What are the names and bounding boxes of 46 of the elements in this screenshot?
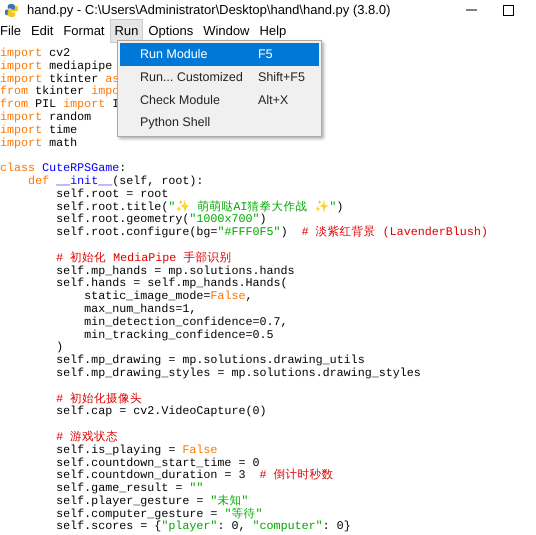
code-line: self.computer_gesture = "等待" — [55, 508, 262, 520]
code-line: # 初始化摄像头 — [55, 392, 142, 406]
window-title: hand.py - C:\Users\Administrator\Desktop\hand\hand.py (3.8.0) — [27, 1, 390, 20]
code-line: self.is_playing = False — [55, 444, 218, 456]
code-line: self.hands = self.mp_hands.Hands( — [55, 277, 288, 290]
code-line: self.mp_drawing = mp.solutions.drawing_utils — [55, 354, 365, 367]
code-line: ) — [55, 341, 64, 354]
code-line: min_detection_confidence=0.7, — [83, 316, 288, 329]
menu-item[interactable]: Help — [254, 19, 292, 43]
code-line: self.player_gesture = "未知" — [55, 494, 248, 508]
code-line: self.root = root — [55, 188, 168, 201]
code-line: class CuteRPSGame: — [0, 162, 126, 175]
menu-entry[interactable]: Run... Customized Shift+F5 — [120, 66, 319, 88]
menu-item[interactable]: Edit — [26, 19, 58, 43]
code-line: # 游戏状态 — [55, 430, 118, 444]
minimize-icon[interactable] — [466, 9, 477, 11]
menu-entry[interactable]: Run Module F5 — [120, 43, 319, 66]
menu-entry[interactable]: Check Module Alt+X — [120, 88, 319, 112]
code-line: import time — [0, 124, 78, 137]
python-icon — [4, 2, 19, 18]
code-line: self.scores = {"player": 0, "computer": 0} — [55, 520, 351, 534]
code-line: import math — [0, 136, 78, 150]
code-line: import cv2 — [0, 47, 70, 60]
code-line: self.mp_hands = mp.solutions.hands — [55, 264, 295, 278]
code-line: self.game_result = "" — [55, 482, 204, 495]
code-line: import random — [0, 110, 92, 124]
code-line: min_tracking_confidence=0.5 — [83, 328, 274, 342]
code-line: self.mp_drawing_styles = mp.solutions.drawing_styles — [55, 366, 421, 380]
menu-item[interactable]: Run — [110, 19, 144, 43]
code-line: self.root.configure(bg="#FFF0F5") # 淡紫红背景 (LavenderBlush) — [55, 226, 488, 239]
code-line: self.cap = cv2.VideoCapture(0) — [55, 405, 267, 418]
menu-item[interactable]: Format — [58, 19, 110, 43]
menu-item[interactable]: Window — [198, 19, 254, 43]
menu-entry[interactable]: Python Shell — [120, 111, 319, 134]
code-line: self.countdown_start_time = 0 — [55, 456, 260, 470]
code-line: self.root.title("✨ 萌萌哒AI猜拳大作战 ✨") — [55, 200, 344, 214]
code-line: def __init__(self, root): — [27, 174, 204, 188]
code-line: max_num_hands=1, — [83, 302, 196, 316]
code-line: self.countdown_duration = 3 # 倒计时秒数 — [55, 469, 334, 482]
code-line: import mediapipe — [0, 60, 112, 73]
menu-item[interactable]: File — [0, 19, 26, 43]
menu-item[interactable]: Options — [143, 19, 198, 43]
maximize-icon[interactable] — [503, 4, 514, 16]
code-line: self.root.geometry("1000x700") — [55, 213, 267, 226]
code-line: # 初始化 MediaPipe 手部识别 — [55, 252, 232, 265]
code-line: static_image_mode=False, — [83, 290, 253, 303]
